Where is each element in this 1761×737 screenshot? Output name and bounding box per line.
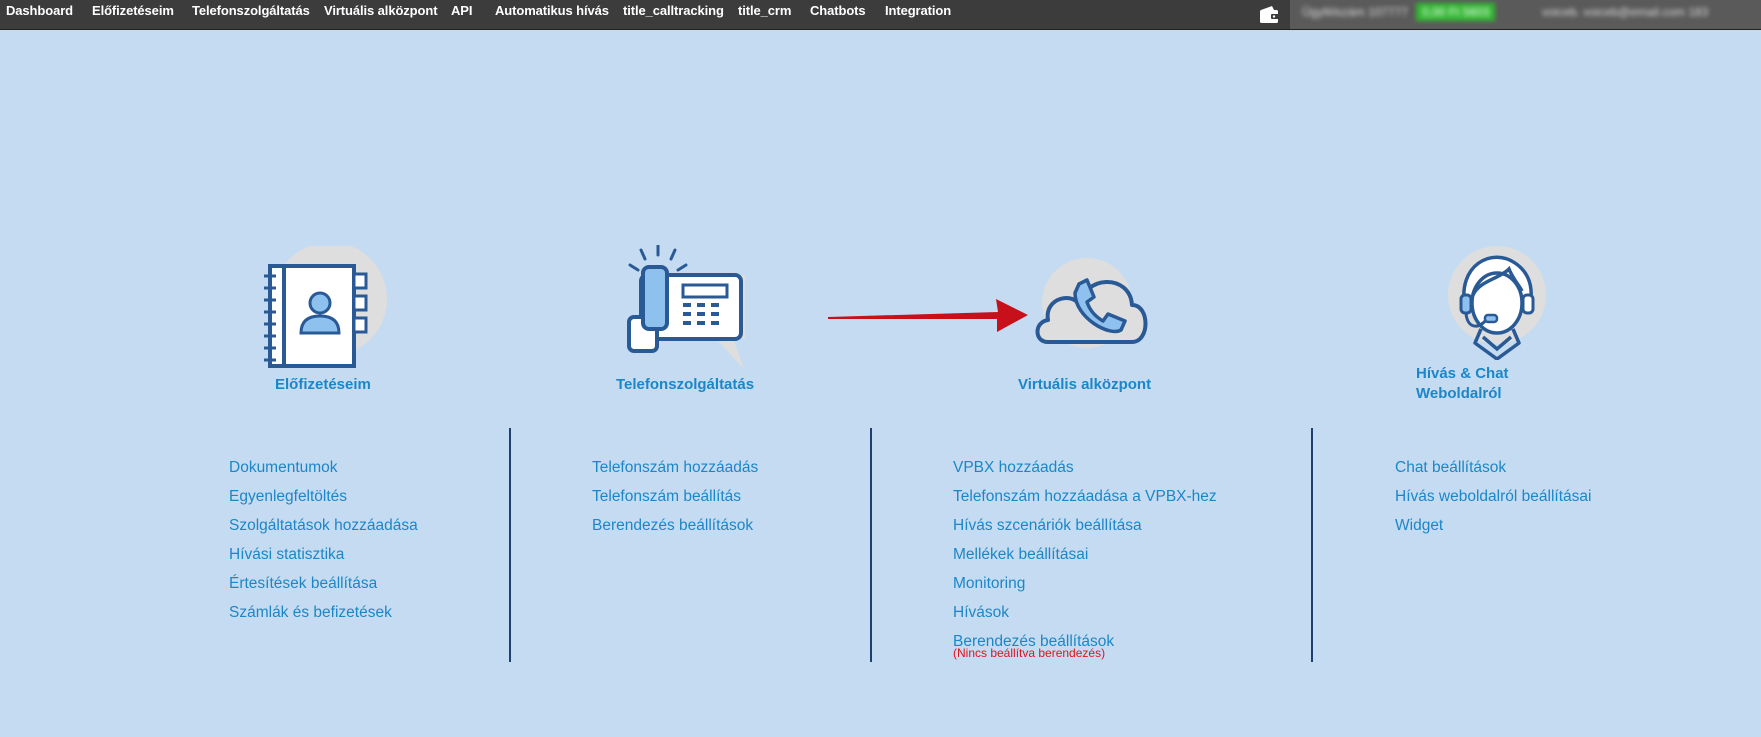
nav-telephony[interactable]: Telefonszolgáltatás [192,3,310,18]
section-title-call-chat-line2: Weboldalról [1416,385,1502,402]
link-extension-settings[interactable]: Mellékek beállításai [953,540,1217,569]
subscriptions-link-list: Dokumentumok Egyenlegfeltöltés Szolgálta… [229,453,418,627]
link-add-vpbx[interactable]: VPBX hozzáadás [953,453,1217,482]
link-widget[interactable]: Widget [1395,511,1591,540]
link-documents[interactable]: Dokumentumok [229,453,418,482]
nav-automatic-call[interactable]: Automatikus hívás [495,3,609,18]
link-invoices-payments[interactable]: Számlák és befizetések [229,598,418,627]
column-divider [1311,428,1313,662]
section-title-subscriptions[interactable]: Előfizetéseim [275,376,371,393]
link-chat-settings[interactable]: Chat beállítások [1395,453,1591,482]
link-monitoring[interactable]: Monitoring [953,569,1217,598]
link-add-services[interactable]: Szolgáltatások hozzáadása [229,511,418,540]
headset-agent-icon [1448,246,1546,360]
account-email-blurred: voiceb. voiceb@email.com 183 [1542,5,1709,19]
section-title-call-chat[interactable]: Hívás & Chat Weboldalról [1416,364,1509,404]
link-calls[interactable]: Hívások [953,598,1217,627]
nav-api[interactable]: API [451,3,472,18]
vpbx-link-list: VPBX hozzáadás Telefonszám hozzáadása a … [953,453,1217,656]
account-info-blurred[interactable]: Ügyfélszám 107777 0,00 Ft 5603 voiceb. v… [1290,0,1761,29]
section-title-virtual-pbx[interactable]: Virtuális alközpont [1018,376,1151,393]
link-add-phone-number[interactable]: Telefonszám hozzáadás [592,453,758,482]
link-call-statistics[interactable]: Hívási statisztika [229,540,418,569]
link-add-number-to-vpbx[interactable]: Telefonszám hozzáadása a VPBX-hez [953,482,1217,511]
red-arrow-icon [828,299,1028,332]
no-device-warning: (Nincs beállítva berendezés) [953,646,1106,660]
nav-subscriptions[interactable]: Előfizetéseim [92,3,174,18]
nav-calltracking[interactable]: title_calltracking [623,3,724,18]
column-divider [509,428,511,662]
cloud-phone-icon [1035,258,1148,348]
nav-virtual-pbx[interactable]: Virtuális alközpont [324,3,438,18]
balance-badge-blurred: 0,00 Ft 5603 [1416,3,1496,21]
telephony-link-list: Telefonszám hozzáadás Telefonszám beállí… [592,453,758,540]
link-notification-settings[interactable]: Értesítések beállítása [229,569,418,598]
link-call-scenario-settings[interactable]: Hívás szcenáriók beállítása [953,511,1217,540]
section-title-call-chat-line1: Hívás & Chat [1416,365,1509,382]
account-id-blurred: Ügyfélszám 107777 [1302,5,1409,19]
desk-phone-icon [627,245,745,369]
top-navigation-bar: Dashboard Előfizetéseim Telefonszolgálta… [0,0,1761,30]
nav-dashboard[interactable]: Dashboard [6,3,73,18]
wallet-icon[interactable] [1258,3,1280,25]
nav-integration[interactable]: Integration [885,3,951,18]
nav-crm[interactable]: title_crm [738,3,791,18]
address-book-icon [264,246,387,368]
link-top-up[interactable]: Egyenlegfeltöltés [229,482,418,511]
link-phone-number-settings[interactable]: Telefonszám beállítás [592,482,758,511]
column-divider [870,428,872,662]
section-title-telephony[interactable]: Telefonszolgáltatás [616,376,754,393]
link-device-settings[interactable]: Berendezés beállítások [592,511,758,540]
chat-link-list: Chat beállítások Hívás weboldalról beáll… [1395,453,1591,540]
link-web-call-settings[interactable]: Hívás weboldalról beállításai [1395,482,1591,511]
nav-chatbots[interactable]: Chatbots [810,3,866,18]
